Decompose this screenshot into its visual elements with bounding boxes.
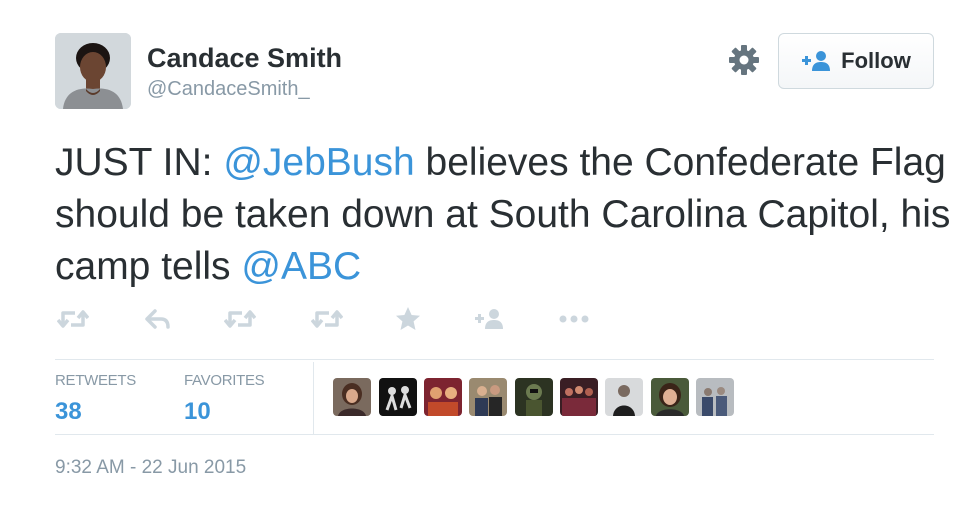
retweets-label: RETWEETS (55, 372, 136, 389)
retweets-stat[interactable]: RETWEETS 38 (55, 372, 136, 426)
favorited-by-avatar[interactable] (696, 378, 734, 416)
favorited-by-avatar[interactable] (333, 378, 371, 416)
favorited-by-avatar[interactable] (605, 378, 643, 416)
follow-button[interactable]: Follow (778, 33, 934, 89)
favorited-by-avatar[interactable] (560, 378, 598, 416)
author-avatar-image (55, 33, 131, 109)
tweet-text: JUST IN: @JebBush believes the Confedera… (55, 137, 955, 293)
more-dots-icon[interactable] (558, 303, 590, 335)
retweet-icon[interactable] (57, 303, 89, 335)
author-handle[interactable]: @CandaceSmith_ (147, 78, 310, 101)
favorited-by-avatar[interactable] (469, 378, 507, 416)
mention-link-abc[interactable]: @ABC (241, 245, 361, 288)
favorites-label: FAVORITES (184, 372, 265, 389)
mention-link-jebbush[interactable]: @JebBush (223, 141, 414, 184)
gear-icon[interactable] (727, 43, 761, 77)
favorited-by-avatar[interactable] (424, 378, 462, 416)
favorites-count: 10 (184, 398, 211, 425)
follow-person-icon[interactable] (474, 303, 504, 335)
favorites-stat[interactable]: FAVORITES 10 (184, 372, 265, 426)
favorite-star-icon[interactable] (395, 303, 421, 335)
retweet-icon[interactable] (224, 303, 256, 335)
add-user-icon (802, 51, 831, 71)
divider (55, 434, 934, 435)
follow-button-label: Follow (841, 48, 911, 73)
reply-icon[interactable] (145, 303, 171, 335)
stats-separator (313, 362, 314, 434)
author-name[interactable]: Candace Smith (147, 43, 342, 74)
retweets-count: 38 (55, 398, 82, 425)
tweet-timestamp[interactable]: 9:32 AM - 22 Jun 2015 (55, 457, 246, 479)
retweet-icon[interactable] (311, 303, 343, 335)
favorited-by-avatar[interactable] (651, 378, 689, 416)
favorited-by-avatar[interactable] (379, 378, 417, 416)
favorited-by-avatar[interactable] (515, 378, 553, 416)
divider (55, 359, 934, 360)
tweet-text-segment: JUST IN: (55, 141, 224, 184)
author-avatar[interactable] (55, 33, 131, 109)
